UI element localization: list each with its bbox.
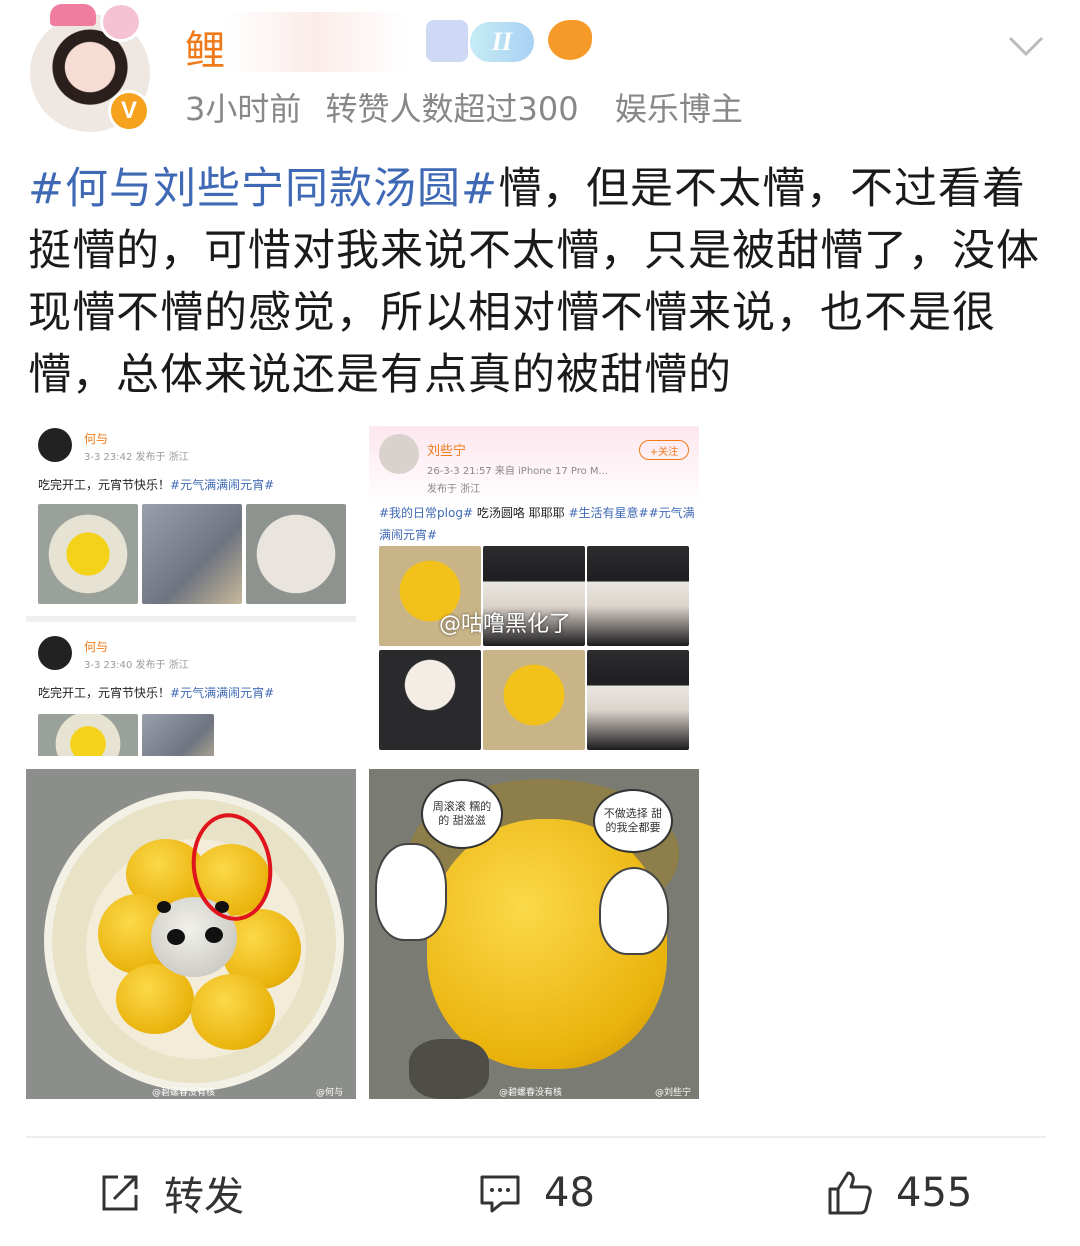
comment-icon: [480, 1175, 520, 1213]
thumb-photo: [587, 650, 689, 750]
mini-location: 发布于 浙江: [427, 484, 481, 495]
avatar-decoration: [50, 4, 96, 26]
mini-text: 吃完开工，元宵节快乐！#元气满满闹元宵#: [38, 686, 275, 700]
user-category: 娱乐博主: [614, 90, 743, 128]
shark-sticker: [599, 867, 669, 955]
level-badge[interactable]: II: [470, 22, 534, 62]
watermark: @碧螺春没有核: [499, 1088, 563, 1098]
mini-avatar: [379, 434, 419, 474]
image-bowl-tangyuan[interactable]: @碧螺春没有核 @何与: [26, 769, 356, 1099]
mini-avatar: [38, 636, 72, 670]
thumb-food: [38, 714, 138, 756]
post-hashtag[interactable]: #何与刘些宁同款汤圆#: [28, 164, 498, 214]
action-divider: [26, 1136, 1046, 1138]
thumb-photo: [379, 650, 481, 750]
like-count: 455: [896, 1170, 973, 1216]
avatar-decoration-bunny: [100, 2, 142, 42]
image-screenshot-liuxiening[interactable]: 刘些宁 +关注 26-3-3 21:57 来自 iPhone 17 Pro M.…: [369, 418, 699, 756]
post-meta: 3小时前 转赞人数超过300 娱乐博主: [185, 84, 743, 130]
mini-time: 3-3 23:42 发布于 浙江: [84, 452, 189, 463]
thumb-photo: [587, 546, 689, 646]
thumb-hand: [142, 504, 242, 604]
repost-label: 转发: [164, 1174, 244, 1220]
post-time: 3小时前: [185, 90, 302, 128]
watermark: @咕噜黑化了: [439, 612, 572, 637]
like-button[interactable]: 455: [826, 1160, 972, 1226]
bunny-sticker: [375, 843, 447, 941]
thumb-panda: [246, 504, 346, 604]
username-blur: [225, 12, 405, 72]
mini-text: 吃完开工，元宵节快乐！#元气满满闹元宵#: [38, 478, 275, 492]
image-spoon-tangyuan[interactable]: 周滚滚 糯的的 甜滋滋 不做选择 甜的我全都要 @碧螺春没有核 @刘些宁: [369, 769, 699, 1099]
image-screenshot-heyu[interactable]: 何与 3-3 23:42 发布于 浙江 吃完开工，元宵节快乐！#元气满满闹元宵#…: [26, 418, 356, 756]
divider: [26, 616, 356, 622]
mini-time: 26-3-3 21:57 来自 iPhone 17 Pro M...: [427, 466, 609, 477]
post-body: #何与刘些宁同款汤圆#懵，但是不太懵，不过看着挺懵的，可惜对我来说不太懵，只是被…: [28, 158, 1052, 406]
follow-button: +关注: [639, 440, 689, 460]
repost-note: 转赞人数超过300: [325, 90, 579, 128]
mini-time: 3-3 23:40 发布于 浙江: [84, 660, 189, 671]
mini-text: #我的日常plog# 吃汤圆咯 耶耶耶 #生活有星意##元气满满闹元宵#: [379, 506, 695, 542]
mini-name: 何与: [84, 432, 109, 446]
verified-v-icon: V: [108, 90, 150, 132]
mini-avatar: [38, 428, 72, 462]
thumb-food: [483, 650, 585, 750]
chevron-down-icon[interactable]: [1006, 26, 1046, 66]
fish-badge-icon[interactable]: [548, 20, 592, 60]
thumbs-up-icon: [828, 1171, 872, 1215]
watermark: @碧螺春没有核: [152, 1088, 216, 1098]
watermark: @刘些宁: [655, 1088, 692, 1098]
repost-button[interactable]: 转发: [98, 1160, 244, 1226]
dumpling: [191, 974, 275, 1050]
bubble-left: 周滚滚 糯的的 甜滋滋: [421, 779, 503, 849]
mini-name: 刘些宁: [427, 444, 467, 459]
repost-icon: [102, 1175, 138, 1211]
pig-badge-icon[interactable]: [426, 20, 468, 62]
watermark: @何与: [316, 1088, 344, 1098]
thumb-hand: [142, 714, 214, 756]
comment-button[interactable]: 48: [478, 1160, 595, 1226]
username[interactable]: 鲤: [185, 18, 226, 76]
spoon-handle: [409, 1039, 489, 1099]
mini-name: 何与: [84, 640, 109, 654]
comment-count: 48: [544, 1170, 595, 1216]
bubble-right: 不做选择 甜的我全都要: [593, 789, 673, 853]
thumb-food: [38, 504, 138, 604]
